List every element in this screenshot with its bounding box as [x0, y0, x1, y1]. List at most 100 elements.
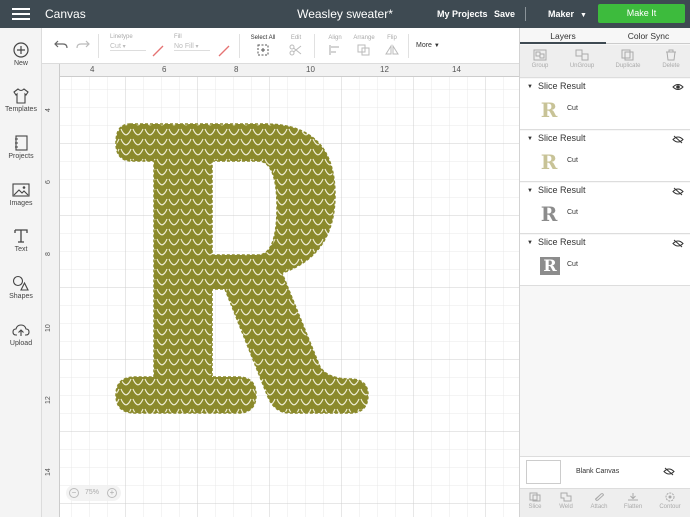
duplicate-label: Duplicate: [615, 63, 641, 69]
sidebar-item-templates[interactable]: Templates: [0, 88, 42, 113]
edit-button[interactable]: Edit: [286, 35, 306, 56]
linetype-color-swatch-icon[interactable]: [152, 45, 164, 57]
active-tab-indicator: [520, 42, 606, 44]
ungroup-button[interactable]: UnGroup: [562, 49, 602, 69]
zoom-out-button[interactable]: −: [69, 488, 79, 498]
panel-tabs: Layers Color Sync: [520, 28, 690, 44]
undo-icon[interactable]: [54, 39, 68, 51]
ruler-tick-label: 10: [45, 324, 52, 332]
layer-thumbnail: R: [540, 257, 560, 275]
tab-color-sync[interactable]: Color Sync: [606, 31, 690, 41]
machine-select[interactable]: Maker ▼: [548, 9, 587, 19]
sidebar-item-new[interactable]: New: [0, 42, 42, 67]
sidebar-item-projects[interactable]: Projects: [0, 135, 42, 160]
scissors-icon: [289, 44, 302, 56]
eye-hidden-icon[interactable]: [672, 135, 684, 144]
sidebar-item-upload[interactable]: Upload: [0, 322, 42, 347]
zoom-level: 75%: [85, 489, 100, 496]
toolbar-divider: [408, 34, 409, 58]
sidebar-item-text[interactable]: Text: [0, 228, 42, 253]
flatten-label: Flatten: [623, 504, 643, 510]
notebook-icon: [15, 135, 28, 151]
canvas-drawing[interactable]: [60, 77, 519, 517]
linetype-control[interactable]: Linetype Cut: [110, 34, 146, 51]
layer-thumbnail: R: [540, 150, 558, 174]
toolbar-divider: [239, 34, 240, 58]
expand-caret-icon[interactable]: ▼: [527, 84, 533, 90]
expand-caret-icon[interactable]: ▼: [527, 240, 533, 246]
delete-button[interactable]: Delete: [651, 49, 690, 69]
layer-name: Slice Result: [538, 237, 586, 247]
flatten-button[interactable]: Flatten: [618, 492, 648, 510]
flip-icon: [385, 44, 399, 55]
ungroup-label: UnGroup: [569, 63, 595, 69]
document-title[interactable]: Weasley sweater*: [297, 7, 393, 21]
ruler-tick-label: 14: [45, 468, 52, 476]
ungroup-icon: [575, 49, 589, 61]
contour-button[interactable]: Contour: [655, 492, 685, 510]
expand-caret-icon[interactable]: ▼: [527, 188, 533, 194]
ruler-tick-label: 12: [380, 65, 389, 74]
blank-canvas-swatch[interactable]: [526, 460, 561, 484]
sidebar-item-label: Text: [14, 246, 28, 253]
layer-operation: Cut: [567, 157, 578, 164]
my-projects-link[interactable]: My Projects: [437, 9, 488, 19]
zoom-in-button[interactable]: +: [107, 488, 117, 498]
group-label: Group: [531, 63, 549, 69]
fill-color-swatch-icon[interactable]: [218, 45, 230, 57]
fill-dropdown[interactable]: No Fill: [174, 43, 210, 51]
weld-button[interactable]: Weld: [551, 492, 581, 510]
eye-icon[interactable]: [672, 83, 684, 91]
select-all-button[interactable]: Select All: [249, 35, 277, 56]
tab-layers[interactable]: Layers: [520, 31, 606, 41]
shirt-icon: [13, 88, 29, 104]
more-label: More: [416, 42, 432, 49]
eye-hidden-icon[interactable]: [672, 239, 684, 248]
blank-canvas-row[interactable]: Blank Canvas: [520, 456, 690, 488]
fill-label: Fill: [174, 34, 182, 40]
layer-operation: Cut: [567, 105, 578, 112]
contour-label: Contour: [659, 504, 681, 510]
align-button[interactable]: Align: [324, 35, 346, 56]
weld-label: Weld: [559, 504, 573, 510]
flip-label: Flip: [387, 35, 397, 41]
layer-name: Slice Result: [538, 81, 586, 91]
save-button[interactable]: Save: [494, 9, 515, 19]
layer-thumbnail: R: [540, 98, 558, 122]
make-it-button[interactable]: Make It: [598, 4, 685, 23]
duplicate-button[interactable]: Duplicate: [608, 49, 648, 69]
duplicate-icon: [621, 49, 634, 61]
layer-item[interactable]: ▼ Slice Result R Cut: [520, 183, 690, 234]
select-all-icon: [257, 44, 269, 56]
flip-button[interactable]: Flip: [382, 35, 402, 56]
menu-icon[interactable]: [12, 8, 30, 20]
layer-item[interactable]: ▼ Slice Result R Cut: [520, 131, 690, 182]
ruler-tick-label: 12: [45, 396, 52, 404]
contour-icon: [665, 492, 675, 502]
linetype-dropdown[interactable]: Cut: [110, 43, 146, 51]
redo-icon[interactable]: [76, 39, 90, 51]
group-icon: [533, 49, 547, 61]
sidebar-item-label: Projects: [8, 153, 34, 160]
sidebar-item-shapes[interactable]: Shapes: [0, 275, 42, 300]
eye-hidden-icon[interactable]: [663, 467, 675, 476]
slice-button[interactable]: Slice: [520, 492, 550, 510]
layer-tools: Group UnGroup Duplicate Delete: [520, 45, 690, 78]
attach-button[interactable]: Attach: [584, 492, 614, 510]
eye-hidden-icon[interactable]: [672, 187, 684, 196]
slice-icon: [529, 492, 541, 502]
layer-item[interactable]: ▼ Slice Result R Cut: [520, 235, 690, 286]
sidebar-item-label: Templates: [5, 106, 37, 113]
sidebar-item-label: Images: [9, 200, 33, 207]
more-button[interactable]: More ▼: [416, 42, 440, 49]
fill-control[interactable]: Fill No Fill: [174, 34, 210, 51]
group-button[interactable]: Group: [520, 49, 560, 69]
design-canvas[interactable]: [60, 77, 519, 517]
layer-item[interactable]: ▼ Slice Result R Cut: [520, 79, 690, 130]
arrange-button[interactable]: Arrange: [350, 35, 378, 56]
attach-icon: [594, 493, 605, 501]
sidebar-item-images[interactable]: Images: [0, 182, 42, 207]
ruler-tick-label: 8: [234, 65, 239, 74]
expand-caret-icon[interactable]: ▼: [527, 136, 533, 142]
attach-label: Attach: [590, 504, 608, 510]
